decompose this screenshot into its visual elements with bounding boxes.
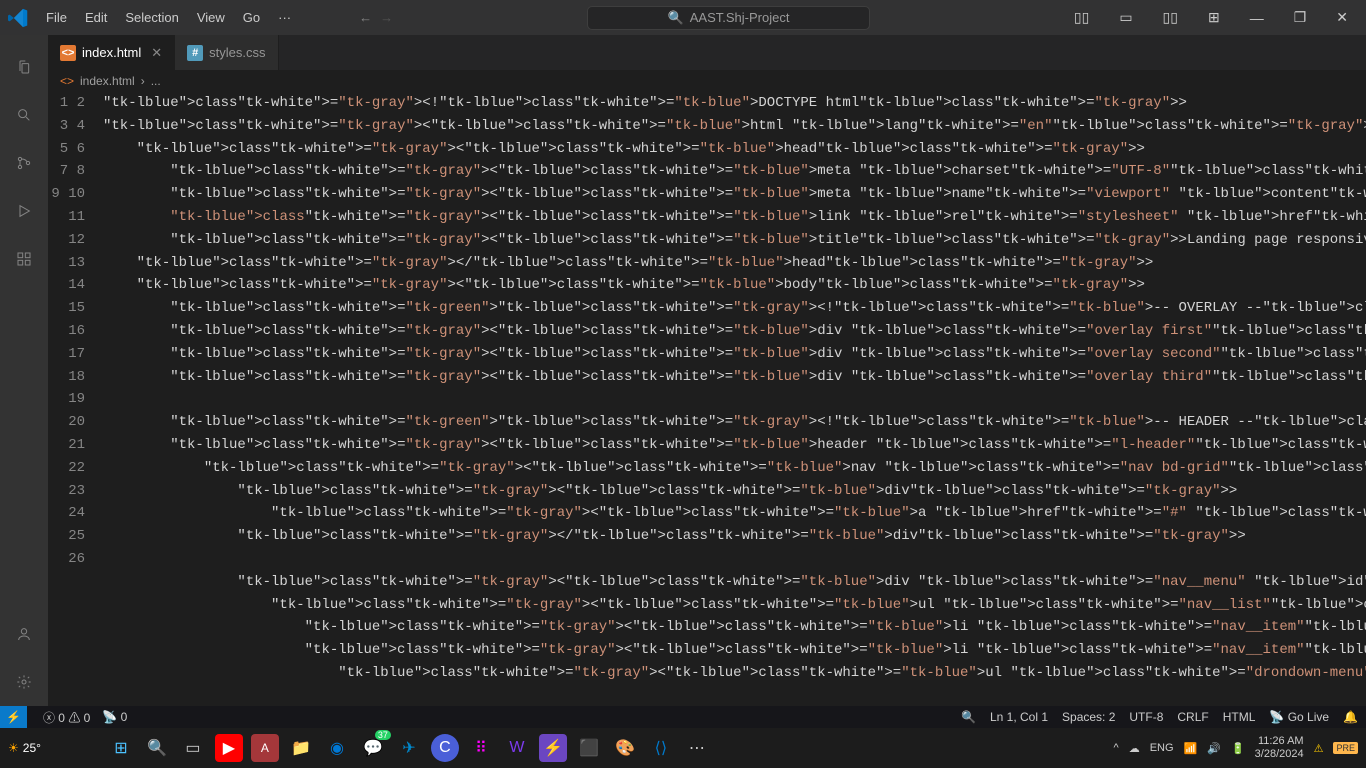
app-w[interactable]: W	[503, 734, 531, 762]
language-indicator[interactable]: ENG	[1150, 742, 1174, 754]
volume-icon[interactable]: 🔊	[1207, 742, 1221, 755]
battery-icon[interactable]: 🔋	[1231, 742, 1245, 755]
activity-bar	[0, 35, 48, 706]
tab-label: styles.css	[209, 45, 265, 60]
close-button[interactable]: ✕	[1326, 5, 1358, 30]
code-content[interactable]: "tk-lblue">class"tk-white">="tk-gray"><!…	[103, 92, 1366, 706]
chevron-right-icon: ›	[141, 74, 145, 88]
feedback-icon[interactable]: 🔍	[961, 710, 976, 724]
css-file-icon: #	[187, 45, 203, 61]
clock[interactable]: 11:26 AM 3/28/2024	[1255, 735, 1304, 761]
debug-icon[interactable]	[0, 187, 48, 235]
tab-label: index.html	[82, 45, 141, 60]
go-live[interactable]: 📡 Go Live	[1269, 710, 1329, 724]
tray-up-icon[interactable]: ^	[1114, 742, 1119, 754]
maximize-button[interactable]: ❐	[1284, 5, 1317, 30]
onedrive-icon[interactable]: ☁	[1129, 742, 1140, 755]
time: 11:26 AM	[1255, 735, 1304, 748]
menu-bar: File Edit Selection View Go ···	[38, 6, 299, 29]
youtube-app[interactable]: ▶	[215, 734, 243, 762]
nav-arrows: ← →	[359, 10, 393, 25]
source-control-icon[interactable]	[0, 139, 48, 187]
cursor-position[interactable]: Ln 1, Col 1	[990, 710, 1048, 724]
weather-temp: 25°	[23, 741, 41, 755]
titlebar: File Edit Selection View Go ··· ← → 🔍 AA…	[0, 0, 1366, 35]
access-app[interactable]: A	[251, 734, 279, 762]
port-indicator[interactable]: 📡 0	[102, 710, 127, 724]
editor-group-left: <> index.html ✕ # styles.css ▯▯ ··· <> i…	[48, 35, 1366, 706]
minimize-button[interactable]: —	[1240, 6, 1274, 30]
vscode-logo	[8, 8, 28, 28]
overflow-icon[interactable]: ⋯	[683, 734, 711, 762]
vscode-taskbar[interactable]: ⟨⟩	[647, 734, 675, 762]
search-text: AAST.Shj-Project	[690, 10, 790, 25]
task-view[interactable]: ▭	[179, 734, 207, 762]
notifications-icon[interactable]: 🔔	[1343, 710, 1358, 724]
tab-styles-css[interactable]: # styles.css	[175, 35, 278, 70]
layout-primary-icon[interactable]: ▯▯	[1064, 5, 1099, 30]
line-numbers: 1 2 3 4 5 6 7 8 9 10 11 12 13 14 15 16 1…	[48, 92, 103, 706]
app-dots[interactable]: ⠿	[467, 734, 495, 762]
close-icon[interactable]: ✕	[151, 45, 162, 61]
code-editor-left[interactable]: 1 2 3 4 5 6 7 8 9 10 11 12 13 14 15 16 1…	[48, 92, 1366, 706]
language-mode[interactable]: HTML	[1223, 710, 1256, 724]
app-c[interactable]: C	[431, 734, 459, 762]
search-icon[interactable]	[0, 91, 48, 139]
layout-panel-icon[interactable]: ▭	[1109, 5, 1142, 30]
layout-secondary-icon[interactable]: ▯▯	[1153, 5, 1188, 30]
app-cube[interactable]: ⬛	[575, 734, 603, 762]
search-icon: 🔍	[668, 10, 684, 26]
tab-index-html[interactable]: <> index.html ✕	[48, 35, 175, 70]
whatsapp-app[interactable]: 💬37	[359, 734, 387, 762]
extensions-icon[interactable]	[0, 235, 48, 283]
telegram-app[interactable]: ✈	[395, 734, 423, 762]
windows-taskbar: ☀25° ⊞ 🔍 ▭ ▶ A 📁 ◉ 💬37 ✈ C ⠿ W ⚡ ⬛ 🎨 ⟨⟩ …	[0, 728, 1366, 768]
breadcrumb-item[interactable]: index.html	[80, 74, 135, 88]
tray-app1[interactable]: ⚠	[1314, 742, 1324, 755]
tray-app2[interactable]: PRE	[1333, 742, 1358, 754]
menu-more[interactable]: ···	[270, 6, 299, 29]
menu-go[interactable]: Go	[235, 6, 268, 29]
breadcrumb-item[interactable]: ...	[151, 74, 161, 88]
account-icon[interactable]	[0, 610, 48, 658]
menu-file[interactable]: File	[38, 6, 75, 29]
eol[interactable]: CRLF	[1177, 710, 1208, 724]
menu-edit[interactable]: Edit	[77, 6, 115, 29]
nav-forward[interactable]: →	[380, 10, 393, 25]
tabs-left: <> index.html ✕ # styles.css ▯▯ ···	[48, 35, 1366, 70]
settings-icon[interactable]	[0, 658, 48, 706]
nav-back[interactable]: ←	[359, 10, 372, 25]
app-purple[interactable]: ⚡	[539, 734, 567, 762]
indentation[interactable]: Spaces: 2	[1062, 710, 1115, 724]
date: 3/28/2024	[1255, 748, 1304, 761]
command-center[interactable]: 🔍 AAST.Shj-Project	[587, 6, 871, 30]
file-explorer[interactable]: 📁	[287, 734, 315, 762]
wifi-icon[interactable]: 📶	[1184, 742, 1198, 755]
start-button[interactable]: ⊞	[107, 734, 135, 762]
menu-view[interactable]: View	[189, 6, 233, 29]
html-file-icon: <>	[60, 45, 76, 61]
layout-custom-icon[interactable]: ⊞	[1198, 5, 1230, 30]
breadcrumb-left[interactable]: <> index.html › ...	[48, 70, 1366, 92]
taskbar-search[interactable]: 🔍	[143, 734, 171, 762]
menu-selection[interactable]: Selection	[117, 6, 186, 29]
weather-widget[interactable]: ☀25°	[8, 741, 41, 755]
html-file-icon: <>	[60, 74, 74, 88]
figma-app[interactable]: 🎨	[611, 734, 639, 762]
remote-indicator[interactable]: ⚡	[0, 706, 27, 728]
problems-indicator[interactable]: ⓧ 0 ⚠ 0	[43, 709, 90, 726]
status-bar: ⚡ ⓧ 0 ⚠ 0 📡 0 🔍 Ln 1, Col 1 Spaces: 2 UT…	[0, 706, 1366, 728]
encoding[interactable]: UTF-8	[1129, 710, 1163, 724]
explorer-icon[interactable]	[0, 43, 48, 91]
edge-browser[interactable]: ◉	[323, 734, 351, 762]
